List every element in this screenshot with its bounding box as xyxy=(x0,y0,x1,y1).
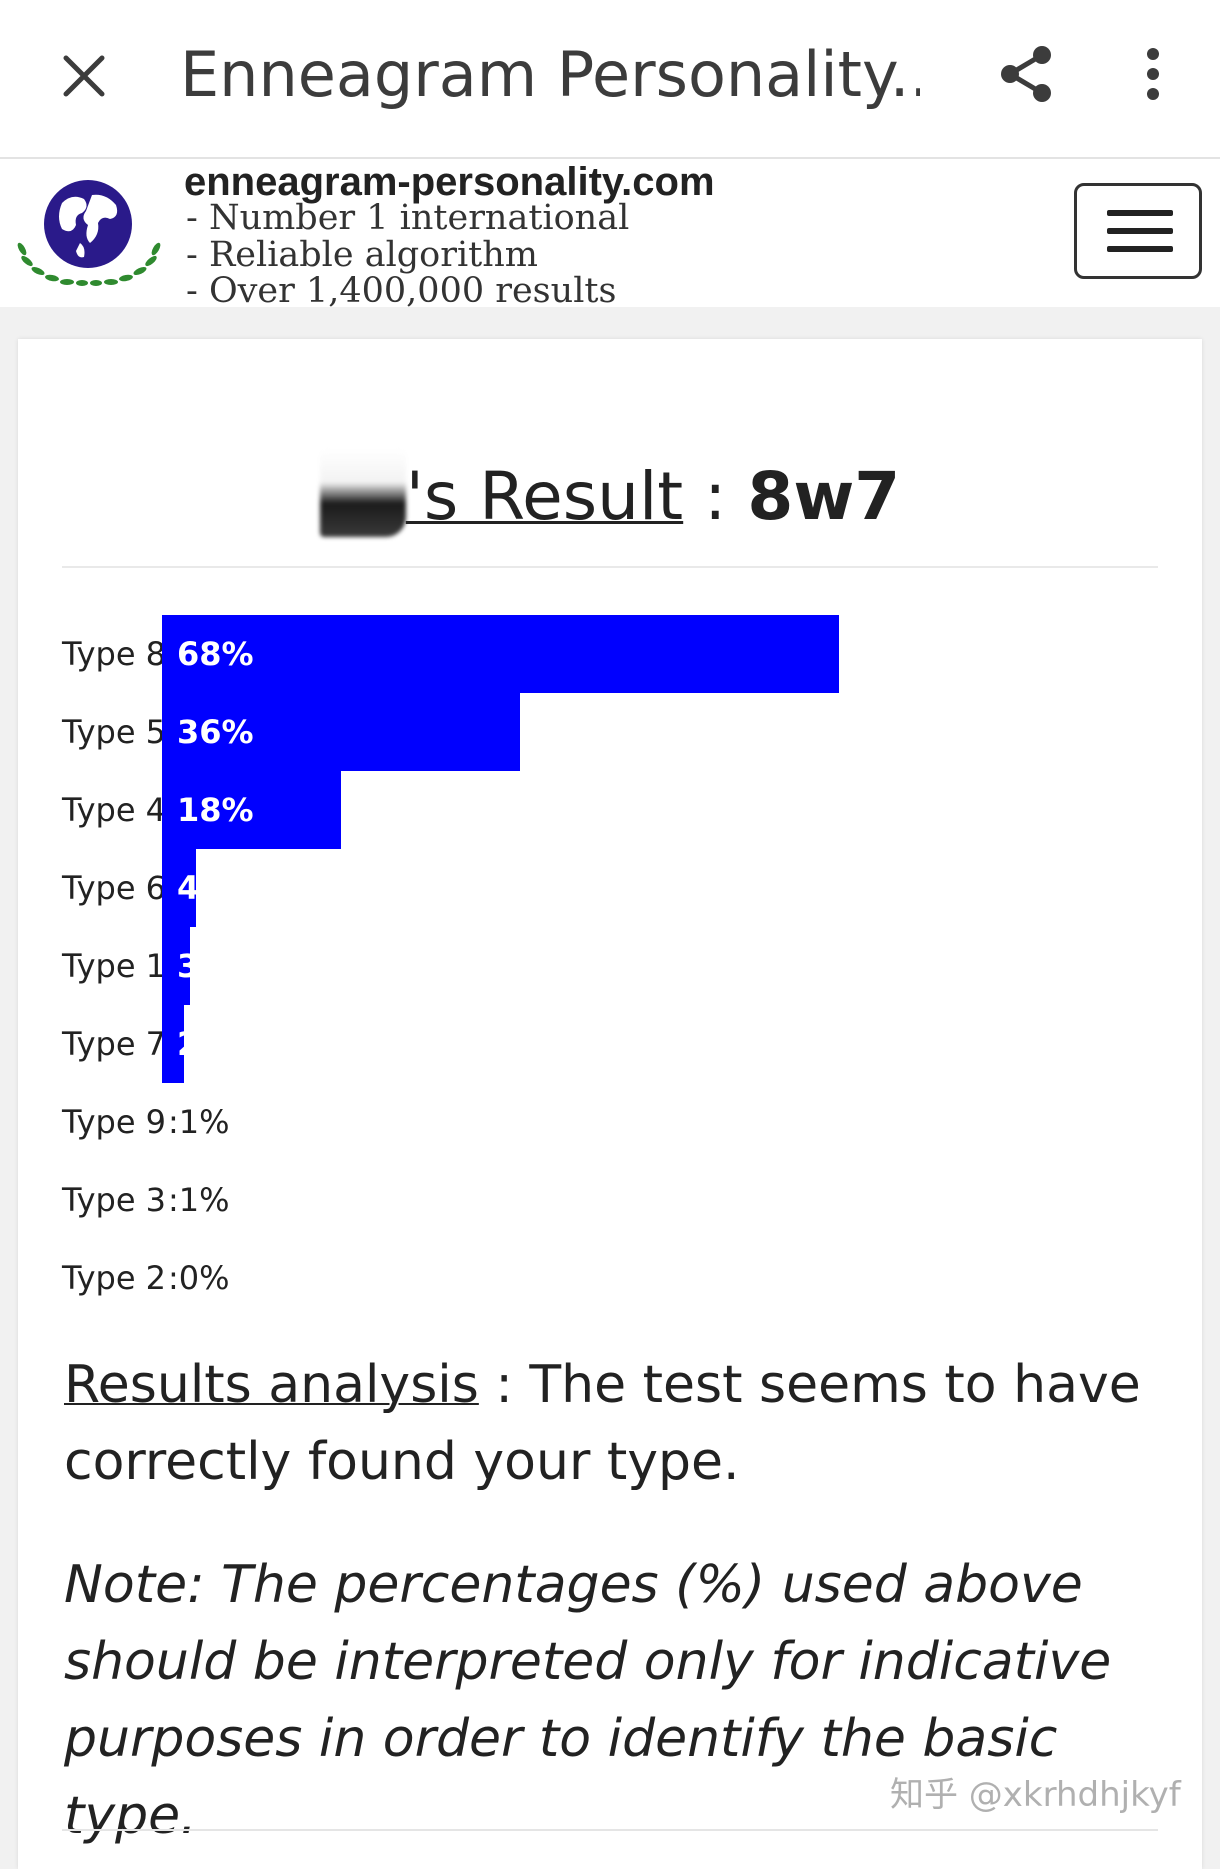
result-heading: 's Result : 8w7 xyxy=(18,449,1202,539)
result-link[interactable]: 's Result xyxy=(406,458,683,535)
divider xyxy=(62,1829,1158,1831)
chart-value-label: 68% xyxy=(177,635,254,673)
chart-value-label: 2% xyxy=(177,1005,184,1083)
result-card: 's Result : 8w7 Type 8 68% Type 5 36% Type 4… xyxy=(18,339,1202,1869)
chart-value-label: 3% xyxy=(177,947,190,985)
chart-value-label: :1% xyxy=(168,1103,230,1141)
chart-row: Type 7 2% xyxy=(62,1005,1158,1083)
chart-value-label: 18% xyxy=(177,791,254,829)
type-score-chart: Type 868%Type 536%Type 418%Type 64%Type … xyxy=(62,615,1158,1315)
chart-row: Type 6 4% xyxy=(62,849,1158,927)
watermark: 知乎 @xkrhdhjkyf xyxy=(890,1775,1181,1815)
more-options-button[interactable] xyxy=(1128,38,1178,110)
chart-row: Type 1 3% xyxy=(62,927,1158,1005)
chart-row: Type 8 68% xyxy=(62,615,1158,693)
chart-value-label: 4% xyxy=(177,869,196,907)
chart-bar: 18% xyxy=(162,771,341,849)
chart-row: Type 4 18% xyxy=(62,771,1158,849)
chart-value-label: :0% xyxy=(168,1259,230,1297)
chart-category-label: Type 2 xyxy=(62,1259,167,1297)
redacted-username xyxy=(319,449,406,537)
chart-category-label: Type 9 xyxy=(62,1103,167,1141)
share-button[interactable] xyxy=(990,38,1062,110)
chart-category-label: Type 7 xyxy=(62,1025,167,1063)
tagline-3: - Over 1,400,000 results xyxy=(186,271,617,311)
results-analysis-link[interactable]: Results analysis xyxy=(64,1355,479,1415)
chart-category-label: Type 5 xyxy=(62,713,167,751)
hamburger-menu-button[interactable] xyxy=(1074,183,1202,279)
chart-bar: 36% xyxy=(162,693,520,771)
tagline-2: - Reliable algorithm xyxy=(186,235,538,275)
divider xyxy=(62,566,1158,568)
more-vert-icon xyxy=(1147,48,1159,100)
chart-bar: 2% xyxy=(162,1005,184,1083)
chart-bar: 4% xyxy=(162,849,196,927)
chart-value-label: :1% xyxy=(168,1181,230,1219)
close-icon xyxy=(63,55,105,97)
results-analysis: Results analysis : The test seems to hav… xyxy=(64,1347,1164,1501)
chart-category-label: Type 6 xyxy=(62,869,167,907)
chart-value-label: 36% xyxy=(177,713,254,751)
chart-bar: 3% xyxy=(162,927,190,1005)
chart-category-label: Type 4 xyxy=(62,791,167,829)
result-separator: : xyxy=(683,458,748,535)
close-button[interactable] xyxy=(52,36,116,116)
chart-row: Type 9:1% xyxy=(62,1083,1158,1161)
chart-row: Type 2:0% xyxy=(62,1239,1158,1317)
browser-toolbar: Enneagram Personality... xyxy=(0,0,1220,159)
site-header: enneagram-personality.com - Number 1 int… xyxy=(0,159,1220,311)
chart-category-label: Type 1 xyxy=(62,947,167,985)
chart-row: Type 3:1% xyxy=(62,1161,1158,1239)
result-type: 8w7 xyxy=(747,458,901,535)
share-icon xyxy=(1001,46,1051,102)
chart-category-label: Type 8 xyxy=(62,635,167,673)
page-title: Enneagram Personality... xyxy=(180,38,920,111)
chart-row: Type 5 36% xyxy=(62,693,1158,771)
chart-bar: 68% xyxy=(162,615,839,693)
chart-category-label: Type 3 xyxy=(62,1181,167,1219)
tagline-1: - Number 1 international xyxy=(186,198,630,238)
hamburger-menu-icon xyxy=(1107,210,1173,216)
globe-laurel-logo[interactable] xyxy=(10,169,168,297)
